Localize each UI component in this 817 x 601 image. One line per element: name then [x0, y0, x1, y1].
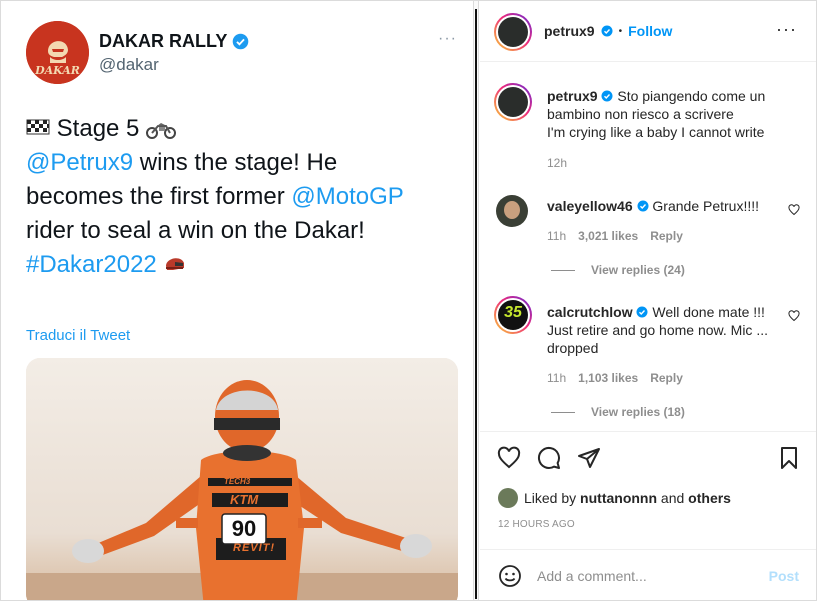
- reply-button[interactable]: Reply: [650, 229, 683, 243]
- tweet-photo[interactable]: TECH3 KTM 90 REVIT!: [26, 358, 458, 600]
- comment-time: 11h: [547, 371, 567, 385]
- helmet-icon: [166, 258, 185, 270]
- dakar-logo-avatar: DAKAR: [26, 21, 89, 84]
- avatar-number-35: 35: [504, 304, 522, 321]
- liker-username[interactable]: nuttanonnn: [580, 490, 657, 506]
- tweet-text-fragment: becomes the first former: [26, 183, 292, 210]
- share-paper-plane-icon[interactable]: [577, 446, 601, 470]
- reply-button[interactable]: Reply: [650, 371, 683, 385]
- hashtag-dakar2022-link[interactable]: #Dakar2022: [26, 251, 157, 278]
- stage-label: Stage 5: [56, 115, 140, 142]
- tweet-line-stage: Stage 5: [26, 112, 456, 146]
- follow-button[interactable]: Follow: [628, 23, 672, 39]
- more-options-icon: ···: [438, 30, 457, 47]
- like-heart-icon[interactable]: [497, 446, 521, 470]
- caption-line-3: I'm crying like a baby I cannot write: [547, 124, 765, 140]
- tweet-line-4: rider to seal a win on the Dakar!: [26, 217, 365, 244]
- panel-divider: [473, 1, 479, 600]
- instagram-post-panel: petrux9 • Follow ··· petrux9 Sto piangen…: [480, 2, 816, 600]
- emoji-smiley-icon[interactable]: [498, 564, 522, 588]
- view-replies-button[interactable]: View replies (18): [551, 405, 685, 419]
- author-username[interactable]: petrux9: [544, 23, 595, 39]
- liked-by-prefix: Liked by: [524, 490, 581, 506]
- tweet-author-name: DAKAR RALLY: [99, 31, 249, 52]
- view-replies-button[interactable]: View replies (24): [551, 263, 685, 277]
- motorcycle-icon: [146, 123, 177, 139]
- verified-badge-icon: [636, 306, 648, 318]
- tweet-display-name: DAKAR RALLY: [99, 31, 228, 51]
- caption-avatar[interactable]: [494, 83, 532, 121]
- comment-avatar[interactable]: 35: [494, 296, 532, 334]
- post-actions: Liked by nuttanonnn and others 12 HOURS …: [480, 431, 816, 549]
- like-comment-heart-icon[interactable]: [788, 204, 800, 216]
- caption-time: 12h: [547, 156, 568, 170]
- post-header: petrux9 • Follow ···: [480, 2, 816, 62]
- author-avatar[interactable]: [494, 13, 532, 51]
- post-comment-button[interactable]: Post: [769, 568, 799, 584]
- checkered-flag-icon: [26, 119, 50, 135]
- more-options-icon[interactable]: ···: [776, 20, 797, 38]
- comment-body-line-2: Just retire and go home now. Mic ...: [547, 322, 768, 338]
- caption-line-1: Sto piangendo come un: [617, 88, 766, 104]
- liked-by-text: Liked by nuttanonnn and others: [524, 490, 731, 506]
- mention-motogp-link[interactable]: @MotoGP: [291, 183, 403, 210]
- tweet-text-fragment: wins the stage! He: [133, 149, 338, 176]
- comment-username[interactable]: valeyellow46: [547, 198, 633, 214]
- header-separator: •: [618, 25, 623, 37]
- caption-line-2: bambino non riesco a scrivere: [547, 106, 734, 122]
- verified-badge-icon: [637, 200, 649, 212]
- rider-number: 90: [231, 516, 257, 541]
- translate-tweet-link[interactable]: Traduci il Tweet: [26, 327, 130, 344]
- tweet-image: DAKAR DAKAR RALLY @dakar ··· Stage 5 @Pe…: [2, 2, 473, 600]
- screenshot-frame: DAKAR DAKAR RALLY @dakar ··· Stage 5 @Pe…: [0, 0, 817, 601]
- dakar-logo-text: DAKAR: [35, 64, 80, 77]
- comment-avatar[interactable]: [496, 195, 528, 227]
- comment-time: 11h: [547, 229, 567, 243]
- comment-text: calcrutchlow Well done mate !!! Just ret…: [547, 303, 787, 357]
- save-bookmark-icon[interactable]: [777, 446, 801, 470]
- tweet-line-2: @Petrux9 wins the stage! He: [26, 146, 456, 180]
- tweet-text: Stage 5 @Petrux9 wins the stage! He beco…: [26, 112, 456, 282]
- liked-by-row: Liked by nuttanonnn and others: [498, 488, 731, 508]
- comment-likes[interactable]: 3,021 likes: [578, 229, 638, 243]
- view-replies-label: View replies (24): [591, 263, 685, 277]
- mention-petrux9-link[interactable]: @Petrux9: [26, 149, 133, 176]
- post-caption: petrux9 Sto piangendo come un bambino no…: [547, 87, 797, 141]
- comment-meta: 11h 1,103 likes Reply: [547, 371, 683, 385]
- liked-by-mid: and: [657, 490, 689, 506]
- tweet-handle: @dakar: [99, 55, 159, 74]
- tweet-line-3: becomes the first former @MotoGP: [26, 180, 456, 214]
- header-user-row: petrux9 • Follow: [544, 23, 672, 39]
- add-comment-bar: Add a comment... Post: [480, 549, 816, 600]
- like-comment-heart-icon[interactable]: [788, 310, 800, 322]
- verified-badge-icon: [233, 33, 249, 50]
- comment-input[interactable]: Add a comment...: [537, 568, 647, 584]
- sponsor-tech3: TECH3: [224, 477, 251, 486]
- comment-text: valeyellow46 Grande Petrux!!!!: [547, 197, 787, 215]
- comment-username[interactable]: calcrutchlow: [547, 304, 633, 320]
- comment-body: Grande Petrux!!!!: [648, 198, 760, 214]
- caption-username[interactable]: petrux9: [547, 88, 598, 104]
- sponsor-ktm: KTM: [230, 492, 259, 507]
- liker-avatar[interactable]: [498, 488, 518, 508]
- sponsor-revit: REVIT!: [233, 542, 276, 554]
- comment-meta: 11h 3,021 likes Reply: [547, 229, 683, 243]
- comment-bubble-icon[interactable]: [537, 446, 561, 470]
- comment-likes[interactable]: 1,103 likes: [578, 371, 638, 385]
- verified-badge-icon: [601, 25, 613, 37]
- verified-badge-icon: [601, 90, 613, 102]
- tweet-line-hashtag: #Dakar2022: [26, 248, 456, 282]
- liked-by-others[interactable]: others: [688, 490, 731, 506]
- comment-body-line-3: dropped: [547, 340, 599, 356]
- comment-body-line-1: Well done mate !!!: [648, 304, 765, 320]
- post-time-ago: 12 HOURS AGO: [498, 519, 575, 530]
- view-replies-label: View replies (18): [591, 405, 685, 419]
